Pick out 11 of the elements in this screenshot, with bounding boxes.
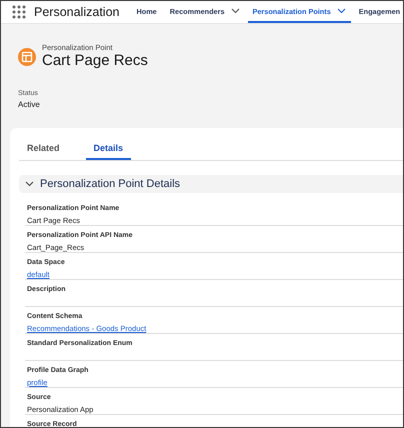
chevron-down-icon[interactable] <box>336 8 346 14</box>
app-title: Personalization <box>34 5 120 19</box>
field-value: Active <box>18 100 41 109</box>
app-launcher-icon[interactable] <box>12 5 26 19</box>
tab[interactable]: Details <box>86 140 132 160</box>
chevron-down-icon[interactable] <box>230 8 240 14</box>
record-icon <box>18 48 36 66</box>
section-title: Personalization Point Details <box>40 178 180 190</box>
section-header[interactable]: Personalization Point Details <box>19 175 403 193</box>
record-name: Cart Page Recs <box>42 52 148 70</box>
tab[interactable]: Related <box>19 140 68 160</box>
